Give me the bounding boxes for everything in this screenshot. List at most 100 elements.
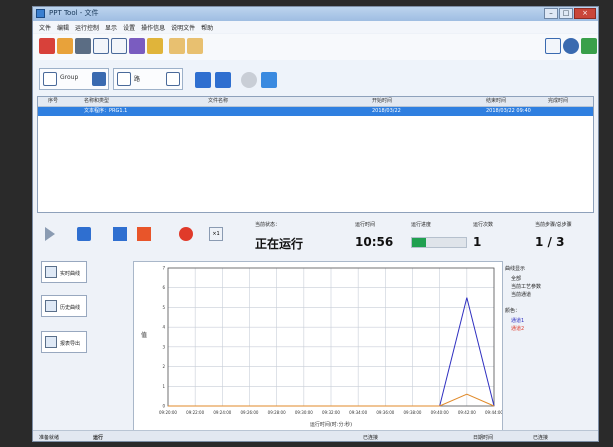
x-tick-label: 09:24:00: [213, 410, 231, 415]
col-file[interactable]: 文件名称: [208, 97, 228, 106]
list-icon: [117, 72, 131, 86]
database-icon[interactable]: [75, 38, 91, 54]
legend-option-param[interactable]: 当前工艺参数: [511, 283, 541, 290]
legend-color-title: 颜色：: [505, 308, 521, 314]
user-add-icon[interactable]: [57, 38, 73, 54]
y-tick-label: 2: [162, 364, 165, 369]
play-icon[interactable]: [45, 227, 55, 241]
row-name: 文本程序：PRG1.1: [84, 108, 128, 114]
y-tick-label: 6: [162, 285, 165, 290]
x-tick-label: 09:44:00: [485, 410, 502, 415]
speed-icon[interactable]: ×1: [209, 227, 223, 241]
col-name[interactable]: 名称和类型: [84, 97, 109, 106]
app-window: PPT Tool - 文件 – □ × 文件 编辑 运行控制 显示 设置 操作信…: [32, 6, 599, 442]
history-icon: [45, 300, 57, 312]
status-right1: 日期时间: [473, 435, 494, 441]
col-end[interactable]: 结束时间: [486, 97, 506, 106]
main-toolbar: [33, 34, 598, 60]
arrow-up-icon[interactable]: [195, 72, 211, 88]
settings-icon[interactable]: [92, 72, 106, 86]
document-icon[interactable]: [93, 38, 109, 54]
users-icon[interactable]: [39, 38, 55, 54]
window-controls: – □ ×: [543, 8, 596, 19]
x-tick-label: 09:38:00: [404, 410, 422, 415]
filter-icon[interactable]: [166, 72, 180, 86]
col-start[interactable]: 开始时间: [372, 97, 392, 106]
minimize-button[interactable]: –: [544, 8, 558, 19]
pause-icon[interactable]: [77, 227, 91, 241]
realtime-curve-button[interactable]: 实时曲线: [41, 261, 87, 283]
y-tick-label: 1: [162, 384, 165, 389]
group-selector[interactable]: Group: [39, 68, 109, 90]
y-tick-label: 0: [162, 404, 165, 409]
close-button[interactable]: ×: [574, 8, 596, 19]
program-list: 序号 名称和类型 文件名称 开始时间 结束时间 完成时间 文本程序：PRG1.1…: [37, 96, 594, 213]
legend-color-ch2: 通道2: [511, 326, 525, 332]
x-tick-label: 09:34:00: [349, 410, 367, 415]
side-panel: 实时曲线 历史曲线 报表导出: [33, 257, 129, 423]
chart-icon[interactable]: [129, 38, 145, 54]
info-icon[interactable]: [563, 38, 579, 54]
group-icon: [43, 72, 57, 86]
secondary-toolbar: Group 路: [33, 60, 598, 96]
menu-ops[interactable]: 操作信息: [141, 23, 165, 32]
stop-button[interactable]: [137, 227, 151, 241]
status-item3: 已连接: [363, 435, 379, 441]
step-icon[interactable]: [113, 227, 127, 241]
time-value: 10:56: [355, 235, 394, 249]
realtime-curve-label: 实时曲线: [60, 271, 81, 277]
progress-bar: [411, 237, 467, 248]
legend-option-channel[interactable]: 当前通道: [511, 291, 531, 298]
folder-icon[interactable]: [147, 38, 163, 54]
refresh-icon[interactable]: [261, 72, 277, 88]
status-right2: 已连接: [533, 435, 549, 441]
menu-run[interactable]: 运行控制: [75, 23, 99, 32]
legend-title: 曲线显示: [505, 266, 526, 272]
field-selector[interactable]: 路: [113, 68, 183, 90]
curve-icon: [45, 266, 57, 278]
x-tick-label: 09:30:00: [295, 410, 313, 415]
legend-color-ch1: 通道1: [511, 318, 525, 324]
record-icon[interactable]: [179, 227, 193, 241]
x-tick-label: 09:28:00: [268, 410, 286, 415]
menu-settings[interactable]: 设置: [123, 23, 135, 32]
menu-docs[interactable]: 说明文件: [171, 23, 195, 32]
x-tick-label: 09:42:00: [458, 410, 476, 415]
export-report-button[interactable]: 报表导出: [41, 331, 87, 353]
col-index[interactable]: 序号: [48, 97, 58, 106]
report-icon[interactable]: [169, 38, 185, 54]
legend-option-all[interactable]: 全部: [511, 275, 521, 282]
help-icon[interactable]: [545, 38, 561, 54]
menu-help[interactable]: 帮助: [201, 23, 213, 32]
x-tick-label: 09:22:00: [186, 410, 204, 415]
y-tick-label: 3: [162, 344, 165, 349]
group-label: Group: [60, 74, 79, 81]
list-header: 序号 名称和类型 文件名称 开始时间 结束时间 完成时间: [38, 97, 593, 107]
row-done: 2018/03/22 09:40: [486, 108, 531, 114]
state-value: 正在运行: [255, 237, 304, 251]
x-axis-label: 运行时间(时:分:秒): [310, 421, 352, 428]
menu-edit[interactable]: 编辑: [57, 23, 69, 32]
y-tick-label: 5: [162, 305, 165, 310]
menu-view[interactable]: 显示: [105, 23, 117, 32]
maximize-button[interactable]: □: [559, 8, 573, 19]
row-start: 2018/03/22: [372, 108, 401, 114]
y-tick-label: 4: [162, 325, 165, 330]
list-item[interactable]: 文本程序：PRG1.1 2018/03/22 2018/03/22 09:40: [38, 107, 593, 116]
line-chart: 09:20:00 09:22:00 09:24:00 09:26:00 09:28:00…: [141, 266, 503, 429]
x-tick-label: 09:32:00: [322, 410, 340, 415]
chart-panel: 09:20:00 09:22:00 09:24:00 09:26:00 09:28:00…: [133, 261, 503, 431]
status-bar: 准备就绪 运行 已连接 日期时间 已连接: [33, 430, 598, 441]
arrow-down-icon[interactable]: [215, 72, 231, 88]
exit-icon[interactable]: [581, 38, 597, 54]
history-curve-button[interactable]: 历史曲线: [41, 295, 87, 317]
progress-label: 运行进度: [411, 222, 432, 228]
stop-icon[interactable]: [241, 72, 257, 88]
app-icon: [36, 9, 45, 18]
step-value: 1 / 3: [535, 235, 565, 249]
form-icon[interactable]: [111, 38, 127, 54]
y-axis-label: 值: [141, 331, 147, 339]
menu-file[interactable]: 文件: [39, 23, 51, 32]
col-done[interactable]: 完成时间: [548, 97, 568, 106]
export-icon[interactable]: [187, 38, 203, 54]
